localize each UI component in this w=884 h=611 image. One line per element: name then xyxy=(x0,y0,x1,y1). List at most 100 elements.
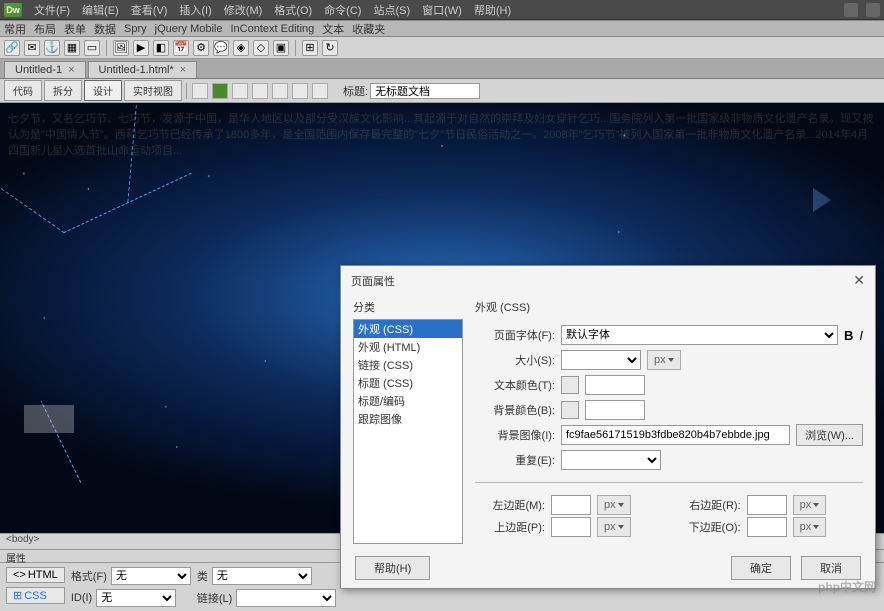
browse-button[interactable]: 浏览(W)... xyxy=(796,424,863,446)
layout-icon[interactable] xyxy=(844,3,858,17)
html-mode-button[interactable]: <>HTML xyxy=(6,567,65,583)
id-select[interactable]: 无 xyxy=(96,589,176,607)
margin-unit-select[interactable]: px xyxy=(793,495,827,515)
font-select[interactable]: 默认字体 xyxy=(561,325,838,345)
format-select[interactable]: 无 xyxy=(111,567,191,585)
view-live-button[interactable]: 实时视图 xyxy=(124,80,182,101)
doc-tab-2[interactable]: Untitled-1.html* × xyxy=(88,61,198,78)
repeat-select[interactable] xyxy=(561,450,661,470)
separator xyxy=(295,40,296,56)
size-label: 大小(S): xyxy=(475,352,555,368)
category-label: 分类 xyxy=(353,299,463,315)
close-icon[interactable]: × xyxy=(68,64,74,76)
refresh-icon[interactable]: ↻ xyxy=(322,40,338,56)
category-item-tracing[interactable]: 跟踪图像 xyxy=(354,410,462,428)
comment-icon[interactable]: 💬 xyxy=(213,40,229,56)
view-code-button[interactable]: 代码 xyxy=(4,80,42,101)
bg-image-input[interactable] xyxy=(561,425,790,445)
menu-site[interactable]: 站点(S) xyxy=(373,2,410,18)
close-icon[interactable]: ✕ xyxy=(853,272,865,289)
options-icon[interactable] xyxy=(252,83,268,99)
category-list[interactable]: 外观 (CSS) 外观 (HTML) 链接 (CSS) 标题 (CSS) 标题/… xyxy=(353,319,463,544)
tab-jquery[interactable]: jQuery Mobile xyxy=(155,23,223,35)
menu-help[interactable]: 帮助(H) xyxy=(474,2,511,18)
view-design-button[interactable]: 设计 xyxy=(84,80,122,101)
tag-icon[interactable]: ⊞ xyxy=(302,40,318,56)
text-color-label: 文本颜色(T): xyxy=(475,377,555,393)
size-unit-select[interactable]: px xyxy=(647,350,681,370)
tab-data[interactable]: 数据 xyxy=(94,21,116,37)
margin-top-input[interactable] xyxy=(551,517,591,537)
link-icon[interactable]: 🔗 xyxy=(4,40,20,56)
margin-right-input[interactable] xyxy=(747,495,787,515)
category-item-appearance-html[interactable]: 外观 (HTML) xyxy=(354,338,462,356)
text-color-input[interactable] xyxy=(585,375,645,395)
category-item-headings[interactable]: 标题 (CSS) xyxy=(354,374,462,392)
class-select[interactable]: 无 xyxy=(212,567,312,585)
help-button[interactable]: 帮助(H) xyxy=(355,556,430,580)
tab-common[interactable]: 常用 xyxy=(4,21,26,37)
menu-view[interactable]: 查看(V) xyxy=(131,2,168,18)
triangle-decoration xyxy=(0,223,260,483)
menu-modify[interactable]: 修改(M) xyxy=(224,2,263,18)
tab-text[interactable]: 文本 xyxy=(322,21,344,37)
date-icon[interactable]: 📅 xyxy=(173,40,189,56)
script-icon[interactable]: ◇ xyxy=(253,40,269,56)
margin-unit-select[interactable]: px xyxy=(793,517,827,537)
margin-unit-select[interactable]: px xyxy=(597,517,631,537)
check-icon[interactable] xyxy=(292,83,308,99)
search-icon[interactable] xyxy=(866,3,880,17)
page-properties-dialog: 页面属性 ✕ 分类 外观 (CSS) 外观 (HTML) 链接 (CSS) 标题… xyxy=(340,265,876,589)
tab-layout[interactable]: 布局 xyxy=(34,21,56,37)
link-select[interactable] xyxy=(236,589,336,607)
menu-file[interactable]: 文件(F) xyxy=(34,2,70,18)
server-icon[interactable]: ⚙ xyxy=(193,40,209,56)
view-split-button[interactable]: 拆分 xyxy=(44,80,82,101)
blur-square xyxy=(24,405,74,433)
category-item-links[interactable]: 链接 (CSS) xyxy=(354,356,462,374)
margin-unit-select[interactable]: px xyxy=(597,495,631,515)
bg-color-input[interactable] xyxy=(585,400,645,420)
bg-color-swatch[interactable] xyxy=(561,401,579,419)
category-item-title-encoding[interactable]: 标题/编码 xyxy=(354,392,462,410)
tab-fav[interactable]: 收藏夹 xyxy=(352,21,385,37)
widget-icon[interactable]: ◧ xyxy=(153,40,169,56)
repeat-label: 重复(E): xyxy=(475,452,555,468)
refresh-icon[interactable] xyxy=(232,83,248,99)
media-icon[interactable]: ▶ xyxy=(133,40,149,56)
link-label: 链接(L) xyxy=(197,590,232,606)
menu-window[interactable]: 窗口(W) xyxy=(422,2,462,18)
close-icon[interactable]: × xyxy=(180,64,186,76)
email-icon[interactable]: ✉ xyxy=(24,40,40,56)
globe-icon[interactable] xyxy=(212,83,228,99)
bold-button[interactable]: B xyxy=(844,328,853,343)
italic-button[interactable]: I xyxy=(859,328,863,343)
cancel-button[interactable]: 取消 xyxy=(801,556,861,580)
menu-edit[interactable]: 编辑(E) xyxy=(82,2,119,18)
menu-command[interactable]: 命令(C) xyxy=(324,2,361,18)
nav-icon[interactable] xyxy=(272,83,288,99)
tab-spry[interactable]: Spry xyxy=(124,23,147,35)
div-icon[interactable]: ▭ xyxy=(84,40,100,56)
doc-tab-1[interactable]: Untitled-1 × xyxy=(4,61,86,78)
table-icon[interactable]: ▦ xyxy=(64,40,80,56)
tab-form[interactable]: 表单 xyxy=(64,21,86,37)
image-icon[interactable]: 🖼 xyxy=(113,40,129,56)
ok-button[interactable]: 确定 xyxy=(731,556,791,580)
menu-format[interactable]: 格式(O) xyxy=(274,2,312,18)
text-color-swatch[interactable] xyxy=(561,376,579,394)
inspect-icon[interactable] xyxy=(192,83,208,99)
title-input[interactable] xyxy=(370,83,480,99)
size-select[interactable] xyxy=(561,350,641,370)
margin-bottom-input[interactable] xyxy=(747,517,787,537)
css-mode-button[interactable]: ⊞CSS xyxy=(6,587,65,604)
template-icon[interactable]: ▣ xyxy=(273,40,289,56)
menu-insert[interactable]: 插入(I) xyxy=(179,2,211,18)
head-icon[interactable]: ◈ xyxy=(233,40,249,56)
anchor-icon[interactable]: ⚓ xyxy=(44,40,60,56)
document-tabs: Untitled-1 × Untitled-1.html* × xyxy=(0,59,884,79)
tab-incontext[interactable]: InContext Editing xyxy=(230,23,314,35)
category-item-appearance-css[interactable]: 外观 (CSS) xyxy=(354,320,462,338)
validate-icon[interactable] xyxy=(312,83,328,99)
margin-left-input[interactable] xyxy=(551,495,591,515)
